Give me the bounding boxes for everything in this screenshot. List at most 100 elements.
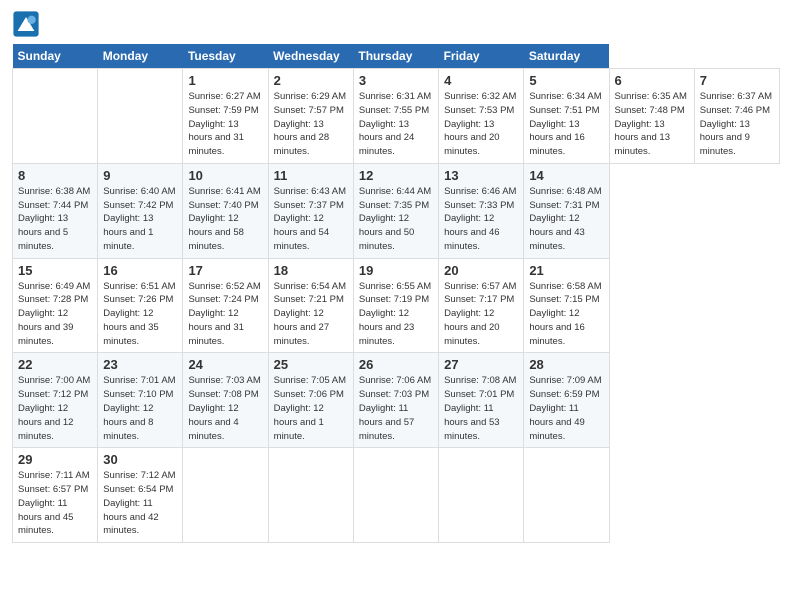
day-number: 16 — [103, 263, 177, 278]
calendar-cell: 29 Sunrise: 7:11 AMSunset: 6:57 PMDayligh… — [13, 448, 98, 543]
day-number: 21 — [529, 263, 603, 278]
day-number: 27 — [444, 357, 518, 372]
calendar-cell — [98, 69, 183, 164]
calendar-cell: 26 Sunrise: 7:06 AMSunset: 7:03 PMDayligh… — [353, 353, 438, 448]
calendar-cell: 11Sunrise: 6:43 AMSunset: 7:37 PMDayligh… — [268, 163, 353, 258]
day-number: 24 — [188, 357, 262, 372]
day-info: Sunrise: 6:34 AMSunset: 7:51 PMDaylight:… — [529, 90, 603, 159]
day-number: 29 — [18, 452, 92, 467]
calendar-cell — [183, 448, 268, 543]
day-info: Sunrise: 6:55 AMSunset: 7:19 PMDaylight:… — [359, 280, 433, 349]
calendar-cell: 30 Sunrise: 7:12 AMSunset: 6:54 PMDayligh… — [98, 448, 183, 543]
calendar-cell: 9 Sunrise: 6:40 AMSunset: 7:42 PMDaylight… — [98, 163, 183, 258]
calendar-cell: 25 Sunrise: 7:05 AMSunset: 7:06 PMDayligh… — [268, 353, 353, 448]
logo-icon — [12, 10, 40, 38]
col-header-saturday: Saturday — [524, 44, 609, 69]
page-header — [12, 10, 780, 38]
day-number: 18 — [274, 263, 348, 278]
day-number: 13 — [444, 168, 518, 183]
calendar-cell: 14 Sunrise: 6:48 AMSunset: 7:31 PMDayligh… — [524, 163, 609, 258]
calendar-cell: 7 Sunrise: 6:37 AMSunset: 7:46 PMDaylight… — [694, 69, 779, 164]
calendar-cell: 8 Sunrise: 6:38 AMSunset: 7:44 PMDaylight… — [13, 163, 98, 258]
calendar-table: SundayMondayTuesdayWednesdayThursdayFrid… — [12, 44, 780, 543]
calendar-cell: 19 Sunrise: 6:55 AMSunset: 7:19 PMDayligh… — [353, 258, 438, 353]
week-row-2: 8 Sunrise: 6:38 AMSunset: 7:44 PMDaylight… — [13, 163, 780, 258]
day-number: 12 — [359, 168, 433, 183]
calendar-cell: 23 Sunrise: 7:01 AMSunset: 7:10 PMDayligh… — [98, 353, 183, 448]
day-number: 14 — [529, 168, 603, 183]
day-info: Sunrise: 7:11 AMSunset: 6:57 PMDaylight:… — [18, 469, 92, 538]
day-info: Sunrise: 7:06 AMSunset: 7:03 PMDaylight:… — [359, 374, 433, 443]
day-info: Sunrise: 6:38 AMSunset: 7:44 PMDaylight:… — [18, 185, 92, 254]
day-info: Sunrise: 7:01 AMSunset: 7:10 PMDaylight:… — [103, 374, 177, 443]
day-number: 17 — [188, 263, 262, 278]
day-number: 25 — [274, 357, 348, 372]
calendar-cell: 17 Sunrise: 6:52 AMSunset: 7:24 PMDayligh… — [183, 258, 268, 353]
day-number: 7 — [700, 73, 774, 88]
logo — [12, 10, 44, 38]
calendar-cell — [353, 448, 438, 543]
calendar-cell: 24Sunrise: 7:03 AMSunset: 7:08 PMDayligh… — [183, 353, 268, 448]
week-row-4: 22 Sunrise: 7:00 AMSunset: 7:12 PMDayligh… — [13, 353, 780, 448]
col-header-tuesday: Tuesday — [183, 44, 268, 69]
col-header-thursday: Thursday — [353, 44, 438, 69]
day-info: Sunrise: 7:09 AMSunset: 6:59 PMDaylight:… — [529, 374, 603, 443]
day-number: 19 — [359, 263, 433, 278]
day-number: 28 — [529, 357, 603, 372]
day-info: Sunrise: 6:40 AMSunset: 7:42 PMDaylight:… — [103, 185, 177, 254]
col-header-monday: Monday — [98, 44, 183, 69]
calendar-cell: 27Sunrise: 7:08 AMSunset: 7:01 PMDayligh… — [439, 353, 524, 448]
day-info: Sunrise: 6:44 AMSunset: 7:35 PMDaylight:… — [359, 185, 433, 254]
calendar-cell: 21 Sunrise: 6:58 AMSunset: 7:15 PMDayligh… — [524, 258, 609, 353]
calendar-cell: 13 Sunrise: 6:46 AMSunset: 7:33 PMDayligh… — [439, 163, 524, 258]
day-info: Sunrise: 7:05 AMSunset: 7:06 PMDaylight:… — [274, 374, 348, 443]
day-number: 20 — [444, 263, 518, 278]
day-info: Sunrise: 7:12 AMSunset: 6:54 PMDaylight:… — [103, 469, 177, 538]
header-row: SundayMondayTuesdayWednesdayThursdayFrid… — [13, 44, 780, 69]
week-row-5: 29 Sunrise: 7:11 AMSunset: 6:57 PMDayligh… — [13, 448, 780, 543]
day-info: Sunrise: 6:48 AMSunset: 7:31 PMDaylight:… — [529, 185, 603, 254]
day-info: Sunrise: 6:27 AMSunset: 7:59 PMDaylight:… — [188, 90, 262, 159]
calendar-cell: 1 Sunrise: 6:27 AMSunset: 7:59 PMDaylight… — [183, 69, 268, 164]
day-number: 3 — [359, 73, 433, 88]
day-info: Sunrise: 6:31 AMSunset: 7:55 PMDaylight:… — [359, 90, 433, 159]
day-number: 9 — [103, 168, 177, 183]
day-info: Sunrise: 6:46 AMSunset: 7:33 PMDaylight:… — [444, 185, 518, 254]
calendar-cell — [268, 448, 353, 543]
calendar-cell — [13, 69, 98, 164]
calendar-cell: 15Sunrise: 6:49 AMSunset: 7:28 PMDayligh… — [13, 258, 98, 353]
day-number: 26 — [359, 357, 433, 372]
day-info: Sunrise: 7:00 AMSunset: 7:12 PMDaylight:… — [18, 374, 92, 443]
day-number: 6 — [615, 73, 689, 88]
day-number: 10 — [188, 168, 262, 183]
col-header-wednesday: Wednesday — [268, 44, 353, 69]
day-number: 15 — [18, 263, 92, 278]
day-info: Sunrise: 6:52 AMSunset: 7:24 PMDaylight:… — [188, 280, 262, 349]
day-number: 23 — [103, 357, 177, 372]
calendar-cell: 18Sunrise: 6:54 AMSunset: 7:21 PMDayligh… — [268, 258, 353, 353]
day-number: 22 — [18, 357, 92, 372]
calendar-cell: 4Sunrise: 6:32 AMSunset: 7:53 PMDaylight… — [439, 69, 524, 164]
day-number: 30 — [103, 452, 177, 467]
day-info: Sunrise: 6:37 AMSunset: 7:46 PMDaylight:… — [700, 90, 774, 159]
calendar-cell: 16Sunrise: 6:51 AMSunset: 7:26 PMDayligh… — [98, 258, 183, 353]
week-row-1: 1 Sunrise: 6:27 AMSunset: 7:59 PMDaylight… — [13, 69, 780, 164]
day-number: 5 — [529, 73, 603, 88]
day-number: 4 — [444, 73, 518, 88]
calendar-cell: 10 Sunrise: 6:41 AMSunset: 7:40 PMDayligh… — [183, 163, 268, 258]
day-number: 2 — [274, 73, 348, 88]
calendar-cell: 3 Sunrise: 6:31 AMSunset: 7:55 PMDaylight… — [353, 69, 438, 164]
page-container: SundayMondayTuesdayWednesdayThursdayFrid… — [0, 0, 792, 551]
calendar-cell: 20 Sunrise: 6:57 AMSunset: 7:17 PMDayligh… — [439, 258, 524, 353]
day-info: Sunrise: 6:35 AMSunset: 7:48 PMDaylight:… — [615, 90, 689, 159]
day-info: Sunrise: 6:41 AMSunset: 7:40 PMDaylight:… — [188, 185, 262, 254]
day-number: 11 — [274, 168, 348, 183]
calendar-cell — [439, 448, 524, 543]
calendar-cell — [524, 448, 609, 543]
day-info: Sunrise: 6:58 AMSunset: 7:15 PMDaylight:… — [529, 280, 603, 349]
day-number: 8 — [18, 168, 92, 183]
calendar-cell: 28 Sunrise: 7:09 AMSunset: 6:59 PMDayligh… — [524, 353, 609, 448]
day-info: Sunrise: 6:57 AMSunset: 7:17 PMDaylight:… — [444, 280, 518, 349]
day-number: 1 — [188, 73, 262, 88]
calendar-cell: 2Sunrise: 6:29 AMSunset: 7:57 PMDaylight… — [268, 69, 353, 164]
